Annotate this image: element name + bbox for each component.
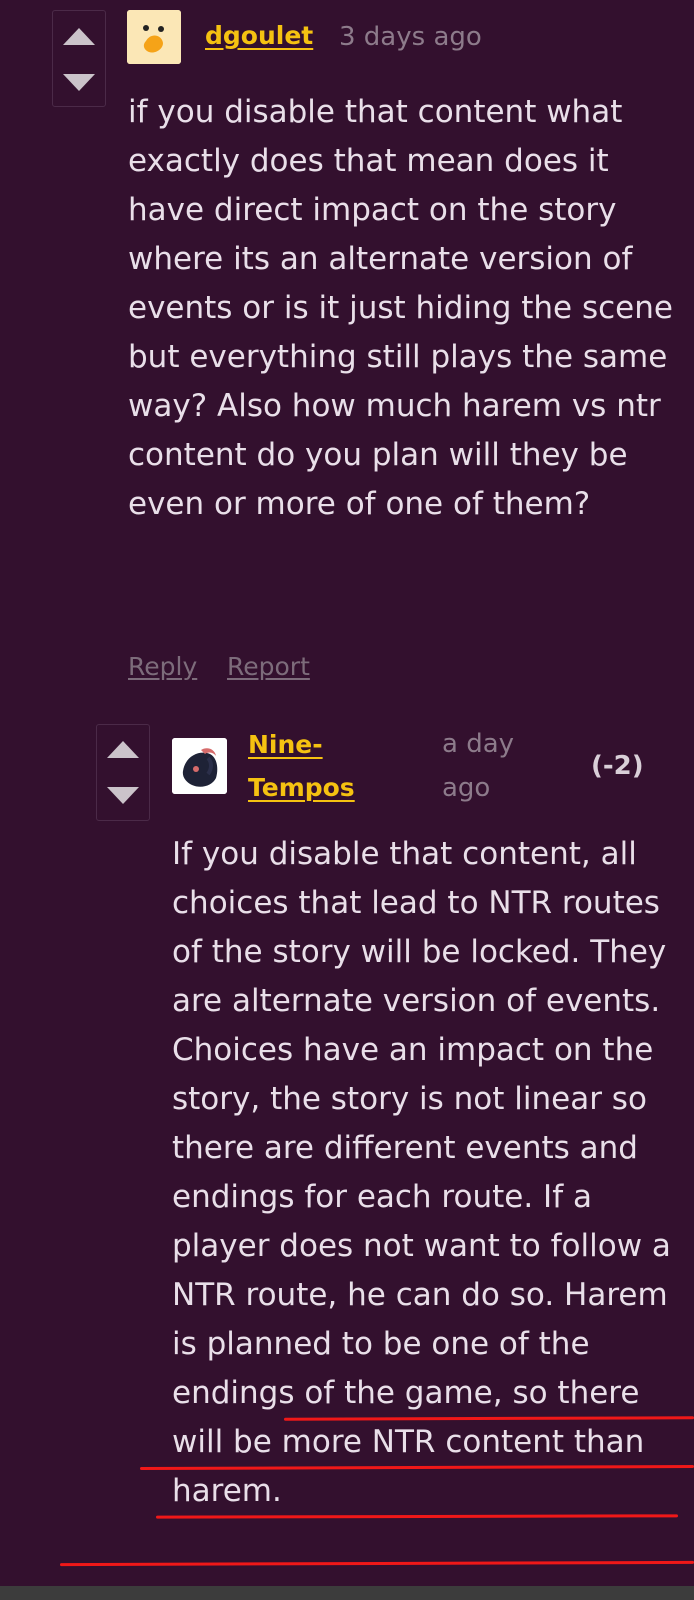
username[interactable]: dgoulet bbox=[205, 21, 313, 50]
avatar[interactable] bbox=[172, 738, 227, 794]
annotation-underline bbox=[59, 1560, 694, 1567]
username-line-2[interactable]: Tempos bbox=[248, 773, 355, 802]
duck-avatar-icon bbox=[127, 10, 181, 64]
downvote-arrow-icon[interactable] bbox=[63, 74, 95, 91]
avatar[interactable] bbox=[127, 10, 181, 64]
upvote-arrow-icon[interactable] bbox=[107, 741, 139, 758]
bottom-bar bbox=[0, 1586, 694, 1600]
timestamp-line-1: a day bbox=[442, 729, 515, 759]
character-avatar-icon bbox=[172, 738, 227, 794]
annotation-underline bbox=[155, 1514, 679, 1519]
upvote-arrow-icon[interactable] bbox=[63, 28, 95, 45]
comment-text: If you disable that content, all choices… bbox=[172, 836, 671, 1509]
report-link[interactable]: Report bbox=[227, 652, 310, 681]
score: (-2) bbox=[591, 751, 644, 781]
timestamp-line-2: ago bbox=[442, 773, 491, 803]
reply-link[interactable]: Reply bbox=[128, 652, 197, 681]
vote-box bbox=[52, 10, 106, 107]
username-line-1[interactable]: Nine- bbox=[248, 730, 323, 759]
comment-text: if you disable that content what exactly… bbox=[128, 94, 673, 522]
vote-box bbox=[96, 724, 150, 821]
timestamp: 3 days ago bbox=[339, 22, 482, 52]
downvote-arrow-icon[interactable] bbox=[107, 787, 139, 804]
